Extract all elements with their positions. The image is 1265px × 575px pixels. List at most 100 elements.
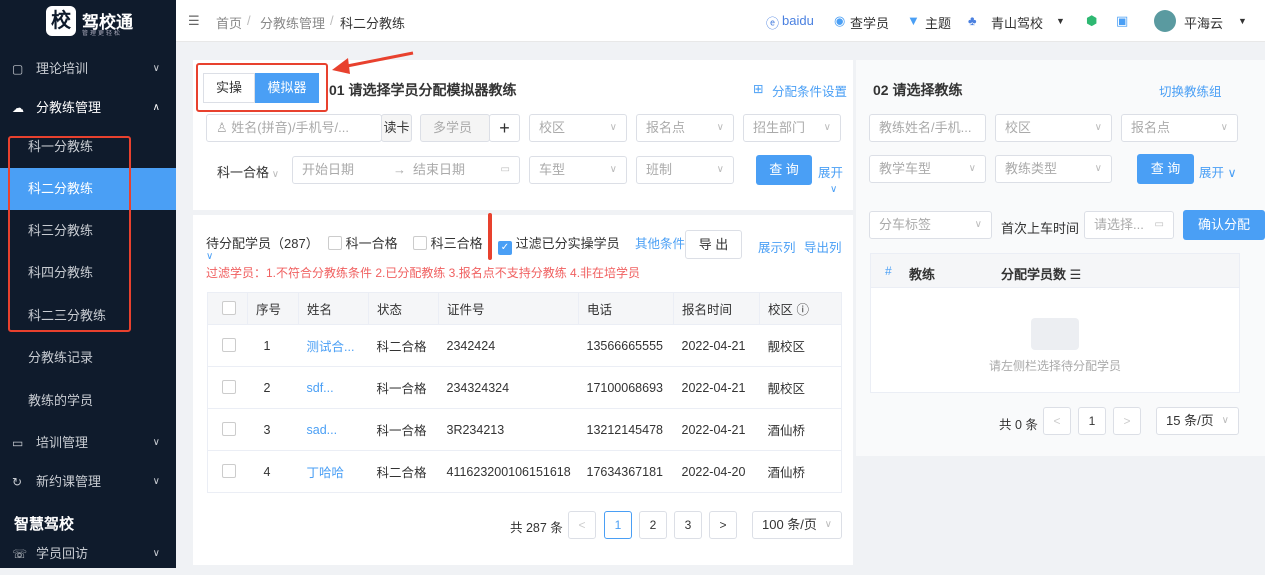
mode-practical-tab[interactable]: 实操 (203, 73, 255, 103)
student-table: 序号 姓名 状态 证件号 电话 报名时间 校区 ⓘ 1 测试合... 科二合格 234… (207, 292, 842, 493)
sidebar-item-training[interactable]: ▭ 培训管理 ∨ (0, 422, 176, 464)
baidu-link[interactable]: baidu (782, 13, 814, 28)
right-page-1[interactable]: 1 (1078, 407, 1106, 435)
breadcrumb-home[interactable]: 首页 (216, 13, 242, 32)
left-query-button[interactable]: 查 询 (756, 155, 812, 185)
table-header: 序号 姓名 状态 证件号 电话 报名时间 校区 ⓘ (207, 292, 842, 325)
teach-car-select[interactable]: 教学车型 ∨ (869, 155, 986, 183)
coach-type-select[interactable]: 教练类型 ∨ (995, 155, 1112, 183)
read-card-button[interactable]: 读卡 (381, 114, 412, 142)
row-checkbox[interactable] (207, 324, 248, 367)
filter-note: 过滤学员：1.不符合分教练条件 2.已分配教练 3.报名点不支持分教练 4.非在… (206, 266, 641, 280)
k1-pass-checkbox[interactable]: 科一合格 (328, 233, 398, 252)
empty-text: 请左侧栏选择待分配学员 (988, 359, 1121, 373)
cell[interactable]: sdf... (298, 366, 369, 409)
user-name[interactable]: 平海云 (1184, 13, 1223, 32)
cell: 234324324 (438, 366, 579, 409)
coach-search-input[interactable]: 教练姓名/手机... (869, 114, 986, 142)
cell: 靓校区 (759, 324, 842, 367)
row-checkbox[interactable] (207, 408, 248, 451)
table-row[interactable]: 3 sad... 科一合格 3R234213 13212145478 2022-04-21… (207, 408, 842, 451)
shield-icon[interactable]: ⬢ (1086, 13, 1097, 29)
next-page-button[interactable]: > (709, 511, 737, 539)
row-checkbox[interactable] (207, 450, 248, 493)
signup-select[interactable]: 报名点 ∨ (636, 114, 734, 142)
campus-select[interactable]: 校区 ∨ (529, 114, 627, 142)
row-checkbox[interactable] (207, 366, 248, 409)
show-columns-link[interactable]: 展示列 (758, 237, 796, 256)
select-all-checkbox[interactable] (207, 292, 248, 325)
first-time-date-input[interactable]: 请选择... ▭ (1084, 211, 1174, 239)
pass-select[interactable]: 科一合格 ∨ (217, 162, 279, 181)
sidebar-item-records[interactable]: 分教练记录 (0, 337, 176, 379)
sidebar-item-theory[interactable]: ▢ 理论培训 ∨ (0, 48, 176, 90)
chevron-down-icon: ∨ (152, 548, 160, 559)
multi-student-field[interactable]: 多学员 (420, 114, 490, 142)
theme-link[interactable]: 主题 (925, 13, 951, 32)
chevron-down-icon[interactable]: ∨ (206, 251, 213, 262)
right-prev-button[interactable]: < (1043, 407, 1071, 435)
confirm-assign-button[interactable]: 确认分配 (1183, 210, 1265, 240)
table-row[interactable]: 2 sdf... 科一合格 234324324 17100068693 2022-04-2… (207, 366, 842, 409)
sidebar-item-coach-mgmt[interactable]: ☁ 分教练管理 ∧ (0, 87, 176, 129)
search-student-link[interactable]: 查学员 (850, 13, 889, 32)
left-expand-link[interactable]: 展开 (818, 162, 843, 181)
k3-pass-checkbox[interactable]: 科三合格 (413, 233, 483, 252)
class-select[interactable]: 班制 ∨ (636, 156, 734, 184)
assign-settings-link[interactable]: 分配条件设置 (772, 81, 847, 100)
export-columns-link[interactable]: 导出列 (804, 237, 842, 256)
right-query-button[interactable]: 查 询 (1137, 154, 1194, 184)
cell: 2342424 (438, 324, 579, 367)
sidebar-item-booking[interactable]: ↻ 新约课管理 ∨ (0, 461, 176, 503)
right-signup-select[interactable]: 报名点 ∨ (1121, 114, 1238, 142)
page-2[interactable]: 2 (639, 511, 667, 539)
page-1[interactable]: 1 (604, 511, 632, 539)
table-row[interactable]: 1 测试合... 科二合格 2342424 13566665555 2022-04-21 靓… (207, 324, 842, 367)
cell: 2 (247, 366, 299, 409)
filter-practical-checkbox[interactable]: ✓ 过滤已分实操学员 (498, 233, 620, 255)
table-row[interactable]: 4 丁哈哈 科二合格 411623200106151618 17634367181 202… (207, 450, 842, 493)
cell: 2022-04-21 (673, 408, 760, 451)
cell: 13212145478 (578, 408, 674, 451)
right-expand-link[interactable]: 展开 ∨ (1199, 162, 1237, 181)
cell: 4 (247, 450, 299, 493)
right-next-button[interactable]: > (1113, 407, 1141, 435)
chat-icon: ▭ (12, 436, 24, 450)
collapse-menu-icon[interactable]: ☰ (188, 13, 200, 29)
other-conditions-link[interactable]: 其他条件 (635, 233, 685, 252)
caret-down-icon[interactable]: ▼ (1238, 16, 1247, 26)
caret-down-icon[interactable]: ▼ (1056, 16, 1065, 26)
avatar[interactable] (1154, 10, 1176, 32)
arrow-annotation-icon (332, 51, 414, 74)
settings-icon[interactable]: ⊞ (753, 81, 763, 96)
car-type-select[interactable]: 车型 ∨ (529, 156, 627, 184)
right-campus-select[interactable]: 校区 ∨ (995, 114, 1112, 142)
switch-group-link[interactable]: 切换教练组 (1159, 81, 1222, 100)
prev-page-button[interactable]: < (568, 511, 596, 539)
chevron-down-icon[interactable]: ∨ (830, 184, 837, 195)
cell[interactable]: sad... (298, 408, 369, 451)
add-icon[interactable]: + (489, 114, 520, 142)
mode-simulator-tab[interactable]: 模拟器 (255, 73, 319, 103)
cell: 13566665555 (578, 324, 674, 367)
sort-icon[interactable]: ☰ (1070, 267, 1082, 282)
col-header: 电话 (578, 292, 674, 325)
dept-select[interactable]: 招生部门 ∨ (743, 114, 841, 142)
car-tag-select[interactable]: 分车标签 ∨ (869, 211, 992, 239)
school-select[interactable]: 青山驾校 (991, 13, 1043, 32)
monitor-icon[interactable]: ▣ (1116, 13, 1128, 29)
sidebar-item-visit[interactable]: ☏ 学员回访 ∨ (0, 533, 176, 575)
date-range-input[interactable]: 开始日期 → 结束日期 ▭ (292, 156, 520, 184)
page-3[interactable]: 3 (674, 511, 702, 539)
page-size-select[interactable]: 100 条/页 ∨ (752, 511, 842, 539)
student-search-input[interactable]: ♙ 姓名(拼音)/手机号/... (206, 114, 382, 142)
col-header: 证件号 (438, 292, 579, 325)
chevron-down-icon: ∨ (152, 476, 160, 487)
logo-icon: 校 (46, 6, 76, 36)
cell[interactable]: 测试合... (298, 324, 369, 367)
right-page-size-select[interactable]: 15 条/页 ∨ (1156, 407, 1239, 435)
export-button[interactable]: 导 出 (685, 230, 742, 259)
sidebar-item-coach-students[interactable]: 教练的学员 (0, 380, 176, 422)
cell[interactable]: 丁哈哈 (298, 450, 369, 493)
breadcrumb-coach[interactable]: 分教练管理 (260, 13, 325, 32)
